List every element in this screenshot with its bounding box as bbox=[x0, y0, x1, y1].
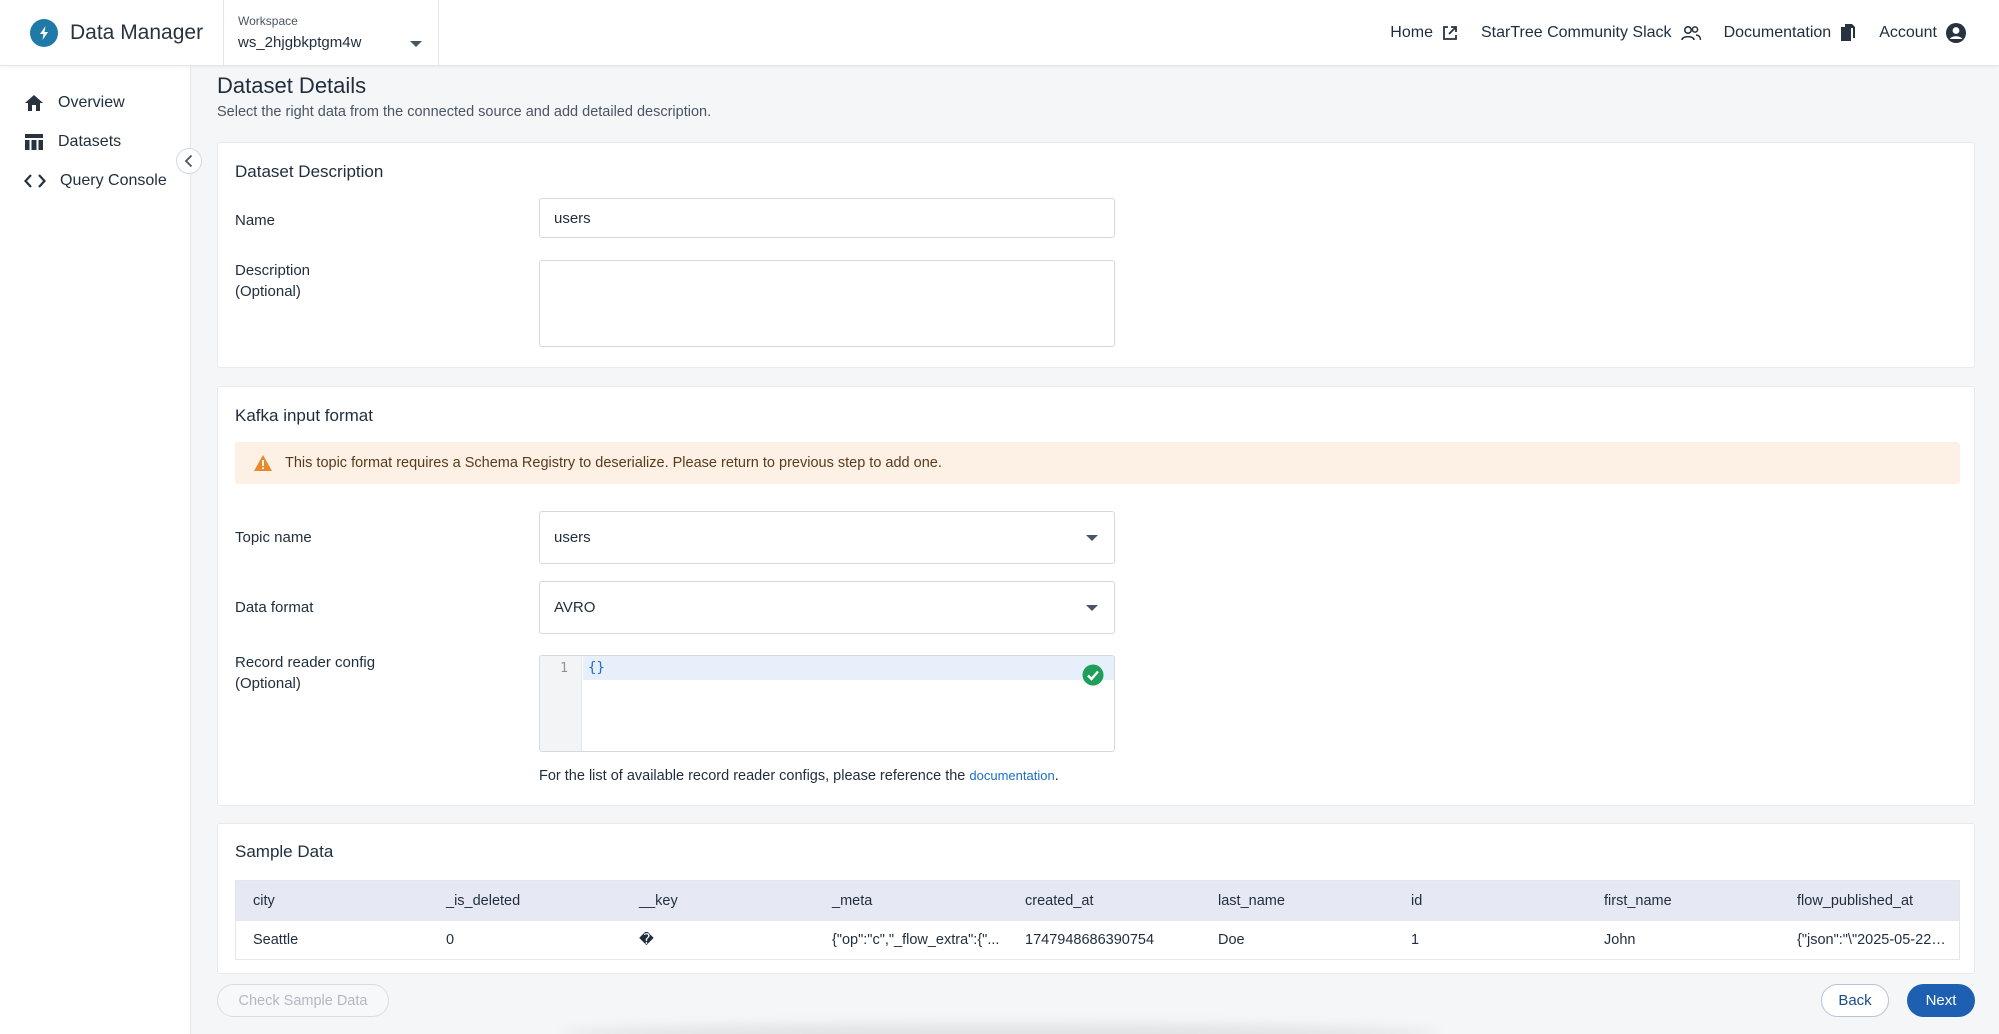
code-line[interactable]: {} bbox=[583, 656, 1114, 680]
chevron-down-icon bbox=[410, 40, 422, 47]
hint-text: For the list of available record reader … bbox=[539, 768, 970, 784]
people-icon bbox=[1680, 25, 1701, 40]
table-cell: � bbox=[639, 932, 654, 948]
chevron-down-icon bbox=[1086, 604, 1098, 611]
table-cell: 1747948686390754 bbox=[1025, 932, 1155, 948]
check-sample-data-button[interactable]: Check Sample Data bbox=[217, 984, 389, 1017]
record-reader-config-editor[interactable]: 1 {} bbox=[539, 655, 1115, 752]
description-label: Description (Optional) bbox=[235, 260, 310, 302]
table-cell: 0 bbox=[446, 932, 455, 948]
table-row: Seattle 0 � {"op":"c","_flow_extra":{"..… bbox=[236, 920, 1959, 959]
workspace-value: ws_2hjgbkptgm4w bbox=[238, 33, 362, 51]
table-cell: Seattle bbox=[253, 932, 299, 948]
column-header: __key bbox=[639, 892, 678, 909]
topic-name-value: users bbox=[554, 529, 591, 546]
description-label-line2: (Optional) bbox=[235, 283, 301, 300]
description-textarea[interactable] bbox=[539, 260, 1115, 347]
app-title: Data Manager bbox=[70, 20, 204, 44]
sample-data-card: Sample Data city _is_deleted __key _meta… bbox=[217, 823, 1975, 974]
record-reader-label-line2: (Optional) bbox=[235, 675, 301, 692]
column-header: last_name bbox=[1218, 892, 1285, 909]
nav-home-label: Home bbox=[1390, 23, 1433, 41]
valid-check-icon bbox=[1082, 664, 1104, 686]
warning-text: This topic format requires a Schema Regi… bbox=[285, 455, 942, 471]
card-title: Sample Data bbox=[235, 842, 334, 861]
sidebar-item-datasets[interactable]: Datasets bbox=[0, 122, 190, 161]
table-cell: {"json":"\"2025-05-22T... bbox=[1797, 932, 1950, 948]
column-header: city bbox=[253, 892, 275, 909]
table-header-row: city _is_deleted __key _meta created_at … bbox=[236, 881, 1959, 920]
nav-documentation[interactable]: Documentation bbox=[1724, 23, 1858, 43]
header-nav: Home StarTree Community Slack Documentat… bbox=[1368, 22, 1999, 44]
sidebar-item-label: Query Console bbox=[60, 171, 167, 189]
table-cell: {"op":"c","_flow_extra":{"... bbox=[832, 932, 1000, 948]
workspace-label: Workspace bbox=[238, 13, 298, 28]
data-format-label: Data format bbox=[235, 599, 314, 616]
record-reader-label-line1: Record reader config bbox=[235, 654, 376, 671]
top-bar: Data Manager Workspace ws_2hjgbkptgm4w H… bbox=[0, 0, 1999, 66]
page-title: Dataset Details bbox=[217, 73, 367, 98]
name-label: Name bbox=[235, 212, 276, 229]
dataset-description-card: Dataset Description Name users Descripti… bbox=[217, 142, 1975, 368]
name-input[interactable]: users bbox=[539, 198, 1115, 238]
card-title: Dataset Description bbox=[235, 162, 384, 181]
data-format-value: AVRO bbox=[554, 599, 596, 616]
nav-home[interactable]: Home bbox=[1390, 24, 1459, 42]
next-button[interactable]: Next bbox=[1907, 984, 1975, 1017]
sidebar: Overview Datasets Query Console bbox=[0, 66, 191, 1034]
column-header: _meta bbox=[832, 892, 873, 909]
page-subtitle: Select the right data from the connected… bbox=[217, 104, 712, 120]
data-format-select[interactable]: AVRO bbox=[539, 581, 1115, 634]
collapse-sidebar-button[interactable] bbox=[176, 148, 202, 174]
back-button[interactable]: Back bbox=[1821, 984, 1889, 1017]
workspace-selector[interactable]: Workspace ws_2hjgbkptgm4w bbox=[224, 0, 439, 66]
table-cell: Doe bbox=[1218, 932, 1245, 948]
account-circle-icon bbox=[1946, 22, 1966, 43]
column-header: flow_published_at bbox=[1797, 892, 1914, 909]
nav-account[interactable]: Account bbox=[1879, 22, 1967, 44]
warning-icon bbox=[254, 455, 272, 471]
column-header: first_name bbox=[1604, 892, 1672, 909]
card-title: Kafka input format bbox=[235, 406, 373, 425]
nav-slack[interactable]: StarTree Community Slack bbox=[1481, 24, 1702, 42]
sample-data-table: city _is_deleted __key _meta created_at … bbox=[235, 880, 1960, 960]
table-cell: John bbox=[1604, 932, 1636, 948]
sidebar-item-label: Overview bbox=[58, 93, 125, 111]
code-icon bbox=[24, 173, 46, 188]
bottom-shadow bbox=[560, 1024, 1440, 1034]
home-icon bbox=[25, 94, 43, 111]
chevron-down-icon bbox=[1086, 534, 1098, 541]
external-link-icon bbox=[1443, 25, 1457, 40]
table-cell: 1 bbox=[1411, 932, 1420, 948]
document-icon bbox=[1841, 23, 1856, 41]
column-header: id bbox=[1411, 892, 1423, 909]
topic-name-select[interactable]: users bbox=[539, 511, 1115, 564]
sidebar-item-label: Datasets bbox=[58, 132, 122, 150]
nav-docs-label: Documentation bbox=[1723, 23, 1832, 41]
sidebar-item-overview[interactable]: Overview bbox=[0, 83, 190, 122]
kafka-input-format-card: Kafka input format This topic format req… bbox=[217, 386, 1975, 806]
topic-name-label: Topic name bbox=[235, 529, 312, 546]
description-label-line1: Description bbox=[235, 262, 311, 279]
column-header: created_at bbox=[1025, 892, 1094, 909]
hint-end: . bbox=[1054, 768, 1059, 784]
chevron-left-icon bbox=[184, 154, 193, 168]
line-number-gutter: 1 bbox=[540, 656, 582, 751]
record-reader-hint: For the list of available record reader … bbox=[539, 768, 1059, 784]
sidebar-item-query-console[interactable]: Query Console bbox=[0, 161, 190, 200]
nav-slack-label: StarTree Community Slack bbox=[1480, 23, 1672, 41]
column-header: _is_deleted bbox=[446, 892, 521, 909]
schema-registry-warning: This topic format requires a Schema Regi… bbox=[235, 442, 1960, 484]
record-reader-label: Record reader config (Optional) bbox=[235, 652, 375, 694]
table-icon bbox=[25, 133, 43, 150]
brand[interactable]: Data Manager bbox=[0, 0, 224, 66]
documentation-link[interactable]: documentation bbox=[969, 768, 1054, 783]
lightning-logo-icon bbox=[30, 18, 58, 47]
nav-account-label: Account bbox=[1879, 23, 1937, 41]
